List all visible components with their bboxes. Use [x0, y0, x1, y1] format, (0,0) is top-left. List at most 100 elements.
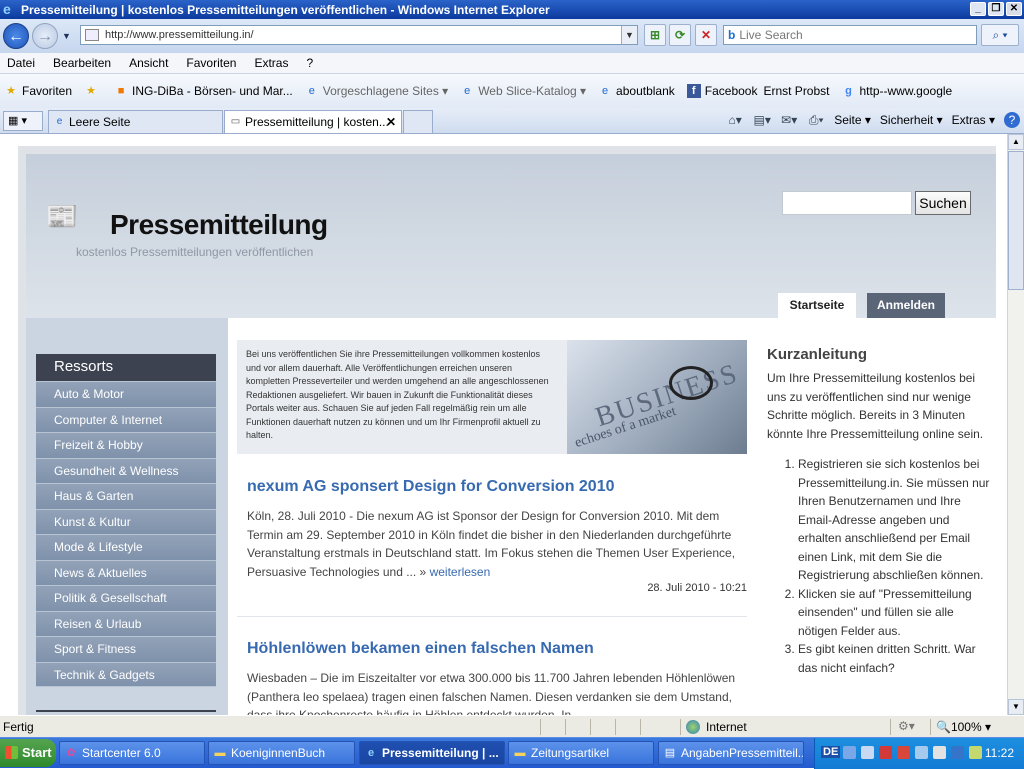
network-icon[interactable] [843, 746, 856, 759]
language-indicator[interactable]: DE [821, 746, 841, 758]
tab-blank[interactable]: e Leere Seite [48, 110, 223, 133]
sidebar-item-haus-garten[interactable]: Haus & Garten [36, 483, 216, 509]
taskbar-item-angaben[interactable]: ▤ AngabenPressemitteil... [658, 741, 804, 765]
menu-item-extras[interactable]: Extras [254, 56, 288, 70]
sidebar-item-freizeit-hobby[interactable]: Freizeit & Hobby [36, 432, 216, 458]
maximize-button[interactable]: ❐ [988, 2, 1004, 16]
article-title[interactable]: nexum AG sponsert Design for Conversion … [247, 478, 747, 496]
menu-item-ansicht[interactable]: Ansicht [129, 56, 168, 70]
sidebar: Ressorts Auto & Motor Computer & Interne… [26, 318, 228, 715]
back-button[interactable]: ← [3, 23, 29, 49]
tab-label: Pressemitteilung | kosten... [245, 115, 389, 129]
sidebar-item-sport-fitness[interactable]: Sport & Fitness [36, 636, 216, 662]
search-input[interactable]: b Live Search [723, 25, 977, 45]
menu-item-bearbeiten[interactable]: Bearbeiten [53, 56, 111, 70]
site-search-input[interactable] [782, 191, 912, 215]
menu-item-help[interactable]: ? [306, 56, 313, 70]
ingdiba-icon: ■ [117, 85, 125, 97]
scroll-up-icon[interactable]: ▲ [1008, 134, 1024, 150]
favorite-link-web-slice[interactable]: e Web Slice-Katalog ▾ [460, 84, 586, 98]
minimize-button[interactable]: _ [970, 2, 986, 16]
sidebar-item-news-aktuelles[interactable]: News & Aktuelles [36, 559, 216, 585]
status-divider [890, 719, 891, 735]
mail-icon[interactable]: ✉▾ [780, 111, 798, 129]
close-tab-icon[interactable]: ✕ [386, 111, 396, 133]
sidebar-item-mode-lifestyle[interactable]: Mode & Lifestyle [36, 534, 216, 560]
article-text: Köln, 28. Juli 2010 - Die nexum AG ist S… [247, 509, 736, 579]
close-button[interactable]: ✕ [1006, 2, 1022, 16]
feeds-icon[interactable]: ▤▾ [753, 111, 771, 129]
article: Höhlenlöwen bekamen einen falschen Namen… [237, 640, 747, 715]
nav-tab-login[interactable]: Anmelden [867, 293, 945, 318]
nav-tab-home[interactable]: Startseite [778, 293, 856, 318]
sidebar-item-computer-internet[interactable]: Computer & Internet [36, 406, 216, 432]
zoom-control[interactable]: 🔍100% ▾ [936, 720, 991, 734]
security-menu[interactable]: Sicherheit ▾ [880, 113, 943, 127]
command-bar: ⌂▾ ▤▾ ✉▾ ⎙▾ Seite ▾ Sicherheit ▾ Extras … [726, 111, 1020, 129]
site-title[interactable]: Pressemitteilung [110, 209, 328, 241]
status-divider [615, 719, 616, 735]
add-favorite-button[interactable]: ★ [84, 84, 102, 98]
sidebar-item-technik-gadgets[interactable]: Technik & Gadgets [36, 661, 216, 687]
volume-icon[interactable] [969, 746, 982, 759]
taskbar-item-pressemitteilung[interactable]: e Pressemitteilung | ... [359, 741, 505, 765]
openoffice-icon: ✿ [66, 747, 76, 759]
vertical-scrollbar[interactable]: ▲ ▼ [1007, 134, 1024, 715]
security-zone[interactable]: Internet [686, 720, 747, 734]
tray-app-icon[interactable] [897, 746, 910, 759]
site-search-button[interactable]: Suchen [915, 191, 971, 215]
address-dropdown-icon[interactable]: ▼ [621, 26, 637, 44]
tab-bar: ▦ ▾ e Leere Seite ▭ Pressemitteilung | k… [0, 108, 1024, 134]
taskbar-item-koeniginnenbuch[interactable]: ▬ KoeniginnenBuch [208, 741, 355, 765]
history-dropdown-icon[interactable]: ▼ [62, 31, 71, 41]
print-icon[interactable]: ⎙▾ [807, 111, 825, 129]
status-divider [565, 719, 566, 735]
new-tab-button[interactable] [403, 110, 433, 133]
article-title[interactable]: Höhlenlöwen bekamen einen falschen Namen [247, 640, 747, 658]
start-button[interactable]: Start [0, 739, 56, 767]
favorite-link-google[interactable]: g http--www.google [842, 84, 952, 98]
sidebar-item-reisen-urlaub[interactable]: Reisen & Urlaub [36, 610, 216, 636]
wireless-icon[interactable] [915, 746, 928, 759]
star-icon: ★ [6, 85, 16, 97]
favorite-link-aboutblank[interactable]: e aboutblank [598, 84, 675, 98]
forward-button[interactable]: → [32, 23, 58, 49]
article-excerpt: Wiesbaden – Die im Eiszeitalter vor etwa… [247, 669, 747, 715]
address-bar[interactable]: http://www.pressemitteilung.in/ ▼ [80, 25, 638, 45]
tray-app-icon[interactable] [933, 746, 946, 759]
scrollbar-thumb[interactable] [1008, 151, 1024, 290]
favorites-button[interactable]: ★ Favoriten [4, 84, 72, 98]
scroll-down-icon[interactable]: ▼ [1008, 699, 1024, 715]
tray-app-icon[interactable] [951, 746, 964, 759]
sidebar-heading: Ressorts [36, 354, 216, 381]
sidebar-item-auto-motor[interactable]: Auto & Motor [36, 381, 216, 407]
page-viewport: 📰 Pressemitteilung kostenlos Pressemitte… [0, 134, 1008, 715]
favorite-link-suggested-sites[interactable]: e Vorgeschlagene Sites ▾ [305, 84, 449, 98]
taskbar-item-startcenter[interactable]: ✿ Startcenter 6.0 [59, 741, 205, 765]
sidebar-item-kunst-kultur[interactable]: Kunst & Kultur [36, 508, 216, 534]
menu-item-datei[interactable]: Datei [7, 56, 35, 70]
tools-menu[interactable]: Extras ▾ [952, 113, 995, 127]
home-icon[interactable]: ⌂▾ [726, 111, 744, 129]
search-go-button[interactable]: ⌕ ▾ [981, 24, 1019, 46]
taskbar-item-zeitungsartikel[interactable]: ▬ Zeitungsartikel [508, 741, 654, 765]
status-divider [640, 719, 641, 735]
refresh-icon[interactable]: ⟳ [669, 24, 691, 46]
help-icon[interactable]: ? [1004, 112, 1020, 128]
favorite-link-ernst-probst[interactable]: Ernst Probst [763, 84, 829, 98]
stop-icon[interactable]: ✕ [695, 24, 717, 46]
page-menu[interactable]: Seite ▾ [834, 113, 871, 127]
window-titlebar: e Pressemitteilung | kostenlos Pressemit… [0, 0, 1024, 19]
quick-tabs-button[interactable]: ▦ ▾ [3, 111, 43, 131]
antivirus-icon[interactable] [879, 746, 892, 759]
favorite-link-ingdiba[interactable]: ■ ING-DiBa - Börsen- und Mar... [114, 84, 293, 98]
tray-app-icon[interactable] [861, 746, 874, 759]
favorite-link-facebook[interactable]: f Facebook [686, 84, 757, 98]
tab-pressemitteilung[interactable]: ▭ Pressemitteilung | kosten... ✕ [224, 110, 402, 133]
read-more-link[interactable]: weiterlesen [430, 565, 491, 579]
compatibility-view-icon[interactable]: ⊞ [644, 24, 666, 46]
protected-mode-icon[interactable]: ⚙▾ [898, 719, 915, 733]
sidebar-item-gesundheit-wellness[interactable]: Gesundheit & Wellness [36, 457, 216, 483]
menu-item-favoriten[interactable]: Favoriten [186, 56, 236, 70]
sidebar-item-politik-gesellschaft[interactable]: Politik & Gesellschaft [36, 585, 216, 611]
